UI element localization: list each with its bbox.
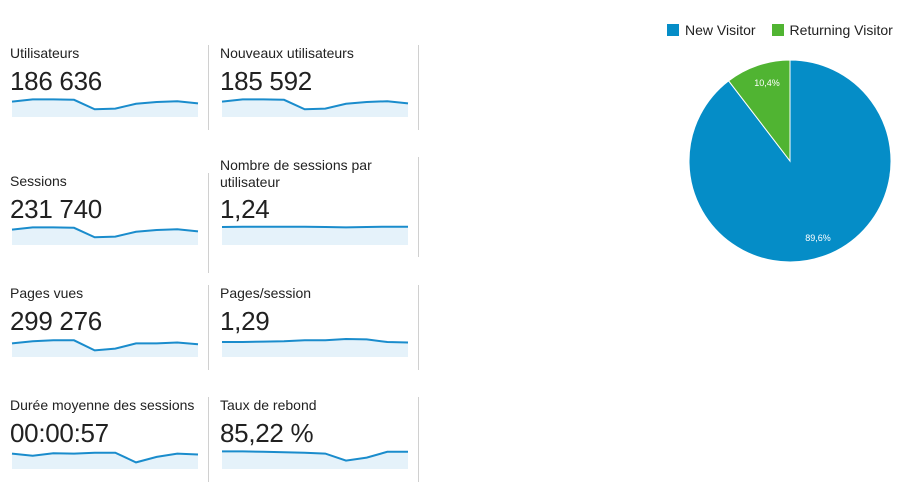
legend-label: Returning Visitor [789,22,893,38]
returning-visitor-swatch [771,24,784,36]
metric-value: 185 592 [220,66,312,96]
metric-sparkline [11,339,199,357]
metric-sparkline [11,226,199,245]
legend-item-returning-visitor[interactable]: Returning Visitor [771,22,893,38]
metric-label: Durée moyenne des sessions [10,397,195,413]
metric-sparkline [222,337,409,357]
metric-value: 00:00:57 [10,418,109,448]
metric-value: 85,22 % [220,418,314,448]
card-divider [208,45,209,130]
card-divider [418,45,419,130]
metric-label: Sessions [10,173,67,189]
pie-data-label: 89,6% [805,233,831,243]
card-divider [208,173,209,273]
metric-label: Utilisateurs [10,45,80,61]
metric-value: 299 276 [10,306,102,336]
card-divider [418,285,419,370]
metric-value: 231 740 [10,194,102,224]
metric-value: 186 636 [10,66,102,96]
sparkline-line [221,225,408,229]
metric-sparkline [11,98,199,117]
metric-sparkline [221,98,409,117]
metric-label: Pages/session [220,285,312,301]
metric-value: 1,29 [220,306,270,336]
metric-label: Nombre de sessions par utilisateur [220,157,372,190]
metric-label: Nouveaux utilisateurs [220,45,354,61]
metric-value: 1,24 [220,194,270,224]
pie-data-label: 10,4% [754,78,780,88]
legend-item-new-visitor[interactable]: New Visitor [667,22,756,38]
card-divider [208,285,209,370]
card-divider [418,397,419,482]
card-divider [418,157,419,257]
metric-label: Taux de rebond [220,397,317,413]
pie-legend: New Visitor Returning Visitor [667,22,893,38]
legend-label: New Visitor [685,22,756,38]
metric-sparkline [221,225,408,245]
sparkline-area [222,226,408,245]
card-divider [208,397,209,482]
metric-sparkline [222,450,408,469]
metric-label: Pages vues [10,285,84,301]
visitor-pie-chart: 89,6% 10,4% [688,59,892,263]
metric-sparkline [11,451,199,469]
new-visitor-swatch [667,24,679,36]
